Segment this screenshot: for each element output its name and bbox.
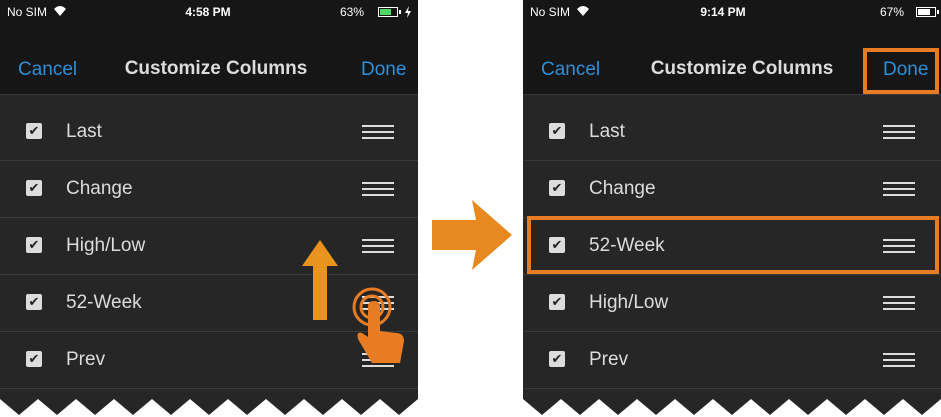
- battery-icon: [378, 7, 401, 17]
- drag-handle-icon[interactable]: [883, 296, 915, 310]
- checkmark-icon[interactable]: ✔: [26, 123, 42, 139]
- drag-handle-icon[interactable]: [362, 125, 394, 139]
- column-label: Last: [589, 121, 625, 142]
- moved-row-highlight: [527, 216, 939, 274]
- column-label: Change: [66, 178, 133, 199]
- done-highlight: [863, 48, 939, 94]
- drag-handle-icon[interactable]: [883, 182, 915, 196]
- list-item[interactable]: ✔ Last: [523, 103, 941, 161]
- checkmark-icon[interactable]: ✔: [549, 294, 565, 310]
- wifi-icon: [577, 6, 589, 16]
- list-item[interactable]: ✔ Prev: [523, 331, 941, 389]
- carrier-label: No SIM: [7, 5, 48, 19]
- charging-icon: [405, 6, 411, 18]
- checkmark-icon[interactable]: ✔: [26, 237, 42, 253]
- page-title: Customize Columns: [124, 58, 308, 79]
- cancel-button[interactable]: Cancel: [541, 59, 600, 81]
- list-item[interactable]: ✔ Change: [523, 160, 941, 218]
- column-label: High/Low: [66, 235, 146, 256]
- status-bar: No SIM 9:14 PM 67%: [523, 0, 941, 24]
- drag-handle-icon[interactable]: [883, 125, 915, 139]
- drag-handle-icon[interactable]: [362, 182, 394, 196]
- checkmark-icon[interactable]: ✔: [26, 180, 42, 196]
- list-item[interactable]: ✔ High/Low: [0, 217, 418, 275]
- checkmark-icon[interactable]: ✔: [549, 180, 565, 196]
- column-label: Last: [66, 121, 102, 142]
- carrier-label: No SIM: [530, 5, 571, 19]
- checkmark-icon[interactable]: ✔: [26, 351, 42, 367]
- torn-edge: [0, 399, 418, 417]
- checkmark-icon[interactable]: ✔: [549, 351, 565, 367]
- page-title: Customize Columns: [650, 58, 834, 79]
- battery-percent: 67%: [880, 5, 905, 19]
- clock: 9:14 PM: [700, 5, 746, 19]
- column-label: 52-Week: [66, 292, 142, 313]
- column-label: Prev: [589, 349, 629, 370]
- battery-percent: 63%: [340, 5, 365, 19]
- torn-edge: [523, 399, 941, 417]
- status-bar: No SIM 4:58 PM 63%: [0, 0, 418, 24]
- cancel-button[interactable]: Cancel: [18, 59, 77, 81]
- finger-tap-icon: [352, 287, 404, 363]
- wifi-icon: [54, 6, 66, 16]
- done-button[interactable]: Done: [361, 59, 406, 81]
- checkmark-icon[interactable]: ✔: [26, 294, 42, 310]
- right-arrow-icon: [432, 200, 512, 270]
- column-label: High/Low: [589, 292, 669, 313]
- up-arrow-icon: [302, 240, 338, 320]
- column-label: Change: [589, 178, 656, 199]
- nav-bar: Cancel Customize Columns Done: [0, 24, 418, 95]
- checkmark-icon[interactable]: ✔: [549, 123, 565, 139]
- column-label: Prev: [66, 349, 106, 370]
- list-item[interactable]: ✔ Last: [0, 103, 418, 161]
- clock: 4:58 PM: [185, 5, 231, 19]
- list-item[interactable]: ✔ High/Low: [523, 274, 941, 332]
- drag-handle-icon[interactable]: [362, 239, 394, 253]
- battery-icon: [916, 7, 939, 17]
- drag-handle-icon[interactable]: [883, 353, 915, 367]
- list-item[interactable]: ✔ Change: [0, 160, 418, 218]
